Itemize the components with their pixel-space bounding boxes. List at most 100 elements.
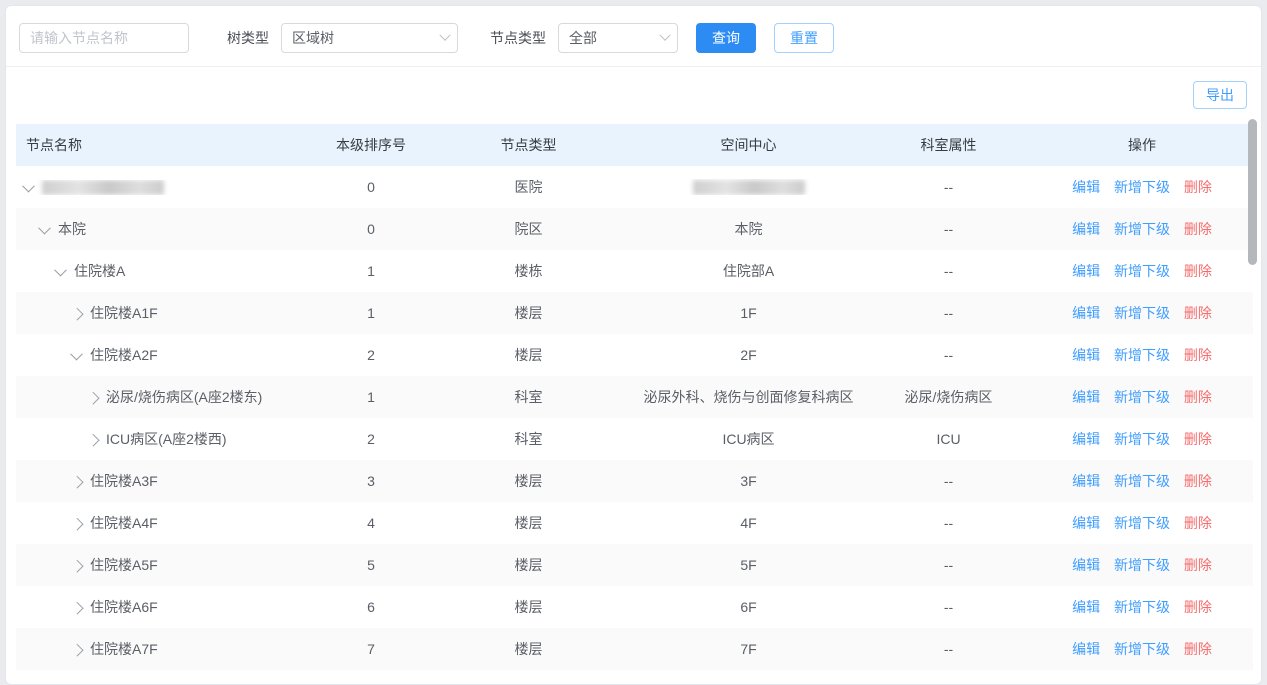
delete-link[interactable]: 删除: [1184, 179, 1212, 195]
edit-link[interactable]: 编辑: [1072, 557, 1100, 573]
add-child-link[interactable]: 新增下级: [1114, 179, 1170, 195]
edit-link[interactable]: 编辑: [1072, 221, 1100, 237]
node-name: 住院楼A7F: [90, 639, 158, 659]
delete-link[interactable]: 删除: [1184, 473, 1212, 489]
delete-link[interactable]: 删除: [1184, 641, 1212, 657]
cell-node-type: 楼层: [426, 555, 631, 575]
cell-actions: 编辑 新增下级 删除: [1031, 345, 1253, 365]
caret-right-icon[interactable]: [71, 517, 84, 530]
cell-actions: 编辑 新增下级 删除: [1031, 513, 1253, 533]
caret-right-icon[interactable]: [87, 391, 100, 404]
cell-space-center: 6F: [631, 599, 866, 615]
delete-link[interactable]: 删除: [1184, 305, 1212, 321]
caret-down-icon[interactable]: [54, 263, 67, 276]
edit-link[interactable]: 编辑: [1072, 473, 1100, 489]
cell-name: 住院楼A4F: [16, 513, 316, 533]
export-button[interactable]: 导出: [1193, 81, 1247, 109]
delete-link[interactable]: 删除: [1184, 515, 1212, 531]
content-card: 树类型 区域树 节点类型 全部 查询 重置 导出 节点名称 本级排序号 节点类型…: [5, 5, 1262, 685]
delete-link[interactable]: 删除: [1184, 347, 1212, 363]
caret-right-icon[interactable]: [71, 601, 84, 614]
cell-sort-order: 1: [316, 305, 426, 321]
cell-dept-attr: --: [866, 347, 1031, 363]
chevron-down-icon: [659, 30, 670, 41]
vertical-scrollbar-thumb[interactable]: [1248, 119, 1257, 265]
cell-name: 住院楼A5F: [16, 555, 316, 575]
cell-dept-attr: --: [866, 599, 1031, 615]
add-child-link[interactable]: 新增下级: [1114, 641, 1170, 657]
cell-name: 住院楼A2F: [16, 345, 316, 365]
node-type-label: 节点类型: [490, 28, 546, 48]
col-header-node-name: 节点名称: [16, 135, 316, 155]
node-name: 住院楼A4F: [90, 513, 158, 533]
caret-right-icon[interactable]: [71, 475, 84, 488]
edit-link[interactable]: 编辑: [1072, 599, 1100, 615]
col-header-node-type: 节点类型: [426, 135, 631, 155]
cell-name: 本院: [16, 219, 316, 239]
node-name: 本院: [58, 219, 86, 239]
search-button[interactable]: 查询: [696, 23, 756, 53]
cell-sort-order: 0: [316, 221, 426, 237]
table-header-row: 节点名称 本级排序号 节点类型 空间中心 科室属性 操作: [16, 124, 1253, 166]
cell-sort-order: 4: [316, 515, 426, 531]
caret-right-icon[interactable]: [71, 307, 84, 320]
add-child-link[interactable]: 新增下级: [1114, 305, 1170, 321]
cell-actions: 编辑 新增下级 删除: [1031, 261, 1253, 281]
node-name: 泌尿/烧伤病区(A座2楼东): [106, 387, 262, 407]
edit-link[interactable]: 编辑: [1072, 431, 1100, 447]
edit-link[interactable]: 编辑: [1072, 389, 1100, 405]
delete-link[interactable]: 删除: [1184, 557, 1212, 573]
tree-type-label: 树类型: [227, 28, 269, 48]
cell-node-type: 院区: [426, 219, 631, 239]
node-type-select[interactable]: 全部: [558, 23, 678, 53]
add-child-link[interactable]: 新增下级: [1114, 515, 1170, 531]
edit-link[interactable]: 编辑: [1072, 641, 1100, 657]
add-child-link[interactable]: 新增下级: [1114, 389, 1170, 405]
add-child-link[interactable]: 新增下级: [1114, 431, 1170, 447]
delete-link[interactable]: 删除: [1184, 389, 1212, 405]
cell-node-type: 科室: [426, 387, 631, 407]
redacted-node-name: [42, 180, 164, 195]
add-child-link[interactable]: 新增下级: [1114, 557, 1170, 573]
node-name: ICU病区(A座2楼西): [106, 429, 227, 449]
cell-sort-order: 1: [316, 263, 426, 279]
caret-right-icon[interactable]: [87, 433, 100, 446]
reset-button[interactable]: 重置: [774, 23, 834, 53]
cell-sort-order: 7: [316, 641, 426, 657]
table-row: 住院楼A6F 6 楼层 6F -- 编辑 新增下级 删除: [16, 586, 1253, 628]
redacted-space-center: [693, 180, 805, 195]
cell-actions: 编辑 新增下级 删除: [1031, 471, 1253, 491]
table-row: 住院楼A5F 5 楼层 5F -- 编辑 新增下级 删除: [16, 544, 1253, 586]
edit-link[interactable]: 编辑: [1072, 305, 1100, 321]
add-child-link[interactable]: 新增下级: [1114, 263, 1170, 279]
caret-down-icon[interactable]: [38, 221, 51, 234]
edit-link[interactable]: 编辑: [1072, 515, 1100, 531]
caret-right-icon[interactable]: [71, 559, 84, 572]
delete-link[interactable]: 删除: [1184, 221, 1212, 237]
cell-name: ICU病区(A座2楼西): [16, 429, 316, 449]
caret-down-icon[interactable]: [70, 347, 83, 360]
caret-right-icon[interactable]: [71, 643, 84, 656]
delete-link[interactable]: 删除: [1184, 599, 1212, 615]
node-name: 住院楼A6F: [90, 597, 158, 617]
tree-type-select[interactable]: 区域树: [281, 23, 458, 53]
edit-link[interactable]: 编辑: [1072, 179, 1100, 195]
edit-link[interactable]: 编辑: [1072, 263, 1100, 279]
node-name-input[interactable]: [19, 23, 189, 53]
add-child-link[interactable]: 新增下级: [1114, 473, 1170, 489]
node-tree-table: 节点名称 本级排序号 节点类型 空间中心 科室属性 操作 0 医院 -- 编辑 …: [16, 124, 1253, 670]
table-row: ICU病区(A座2楼西) 2 科室 ICU病区 ICU 编辑 新增下级 删除: [16, 418, 1253, 460]
table-row: 住院楼A1F 1 楼层 1F -- 编辑 新增下级 删除: [16, 292, 1253, 334]
edit-link[interactable]: 编辑: [1072, 347, 1100, 363]
delete-link[interactable]: 删除: [1184, 263, 1212, 279]
add-child-link[interactable]: 新增下级: [1114, 221, 1170, 237]
table-row: 住院楼A3F 3 楼层 3F -- 编辑 新增下级 删除: [16, 460, 1253, 502]
node-name: 住院楼A5F: [90, 555, 158, 575]
cell-name: 住院楼A6F: [16, 597, 316, 617]
delete-link[interactable]: 删除: [1184, 431, 1212, 447]
add-child-link[interactable]: 新增下级: [1114, 347, 1170, 363]
add-child-link[interactable]: 新增下级: [1114, 599, 1170, 615]
caret-down-icon[interactable]: [22, 180, 35, 192]
cell-dept-attr: --: [866, 473, 1031, 489]
cell-sort-order: 6: [316, 599, 426, 615]
